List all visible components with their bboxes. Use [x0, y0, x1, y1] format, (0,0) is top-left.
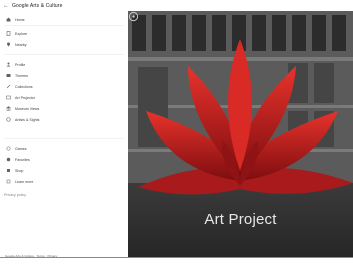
info-icon [6, 179, 11, 184]
sidebar-item-label: Explore [15, 31, 28, 36]
divider [4, 54, 124, 55]
sidebar-item-label: Museum Views [15, 106, 40, 111]
sidebar-item-art-projector[interactable]: Art Projector [6, 94, 35, 101]
sidebar: Home Explore Nearby Profile Themes Colle… [0, 11, 128, 258]
sidebar-item-label: Themes [15, 73, 28, 78]
sidebar-item-favorites[interactable]: Favorites [6, 156, 30, 163]
games-icon [6, 146, 11, 151]
sidebar-item-label: Art Projector [15, 95, 35, 100]
shop-icon [6, 168, 11, 173]
hero-banner[interactable]: Art Project [128, 11, 353, 257]
sidebar-item-profile[interactable]: Profile [6, 61, 25, 68]
artist-icon [6, 117, 11, 122]
sidebar-item-label: Learn more [15, 179, 34, 184]
sidebar-item-nearby[interactable]: Nearby [6, 41, 27, 48]
hero-title: Art Project [204, 211, 277, 228]
collections-icon [6, 84, 11, 89]
sidebar-item-privacy[interactable]: Privacy policy [4, 191, 26, 198]
sidebar-item-learn-more[interactable]: Learn more [6, 178, 33, 185]
sidebar-item-artists[interactable]: Artists & Sights [6, 116, 39, 123]
compass-icon[interactable] [128, 11, 139, 22]
profile-icon [6, 62, 11, 67]
sidebar-item-themes[interactable]: Themes [6, 72, 28, 79]
sidebar-item-label: Favorites [15, 157, 30, 162]
app-header: ← Google Arts & Culture [0, 0, 353, 11]
sidebar-item-label: Shop [15, 168, 24, 173]
sidebar-item-home[interactable]: Home [6, 16, 25, 23]
home-icon [6, 17, 11, 22]
sidebar-item-games[interactable]: Games [6, 145, 27, 152]
sidebar-item-label: Home [15, 17, 25, 22]
sidebar-item-label: Artists & Sights [15, 117, 40, 122]
sidebar-item-museum-views[interactable]: Museum Views [6, 105, 39, 112]
sidebar-item-label: Collections [15, 84, 33, 89]
divider [4, 25, 124, 26]
sidebar-item-explore[interactable]: Explore [6, 30, 27, 37]
projector-icon [6, 95, 11, 100]
star-icon [6, 157, 11, 162]
explore-icon [6, 31, 11, 36]
sidebar-item-collections[interactable]: Collections [6, 83, 33, 90]
themes-icon [6, 73, 11, 78]
sidebar-item-label: Privacy policy [4, 192, 26, 197]
sidebar-item-label: Profile [15, 62, 26, 67]
arrow-left-icon[interactable]: ← [3, 3, 9, 9]
sidebar-item-label: Nearby [15, 42, 27, 47]
sidebar-item-shop[interactable]: Shop [6, 167, 23, 174]
bottom-area [0, 258, 353, 268]
divider [4, 138, 124, 139]
museum-icon [6, 106, 11, 111]
app-title: Google Arts & Culture [12, 2, 63, 9]
sidebar-item-label: Games [15, 146, 27, 151]
nearby-icon [6, 42, 11, 47]
